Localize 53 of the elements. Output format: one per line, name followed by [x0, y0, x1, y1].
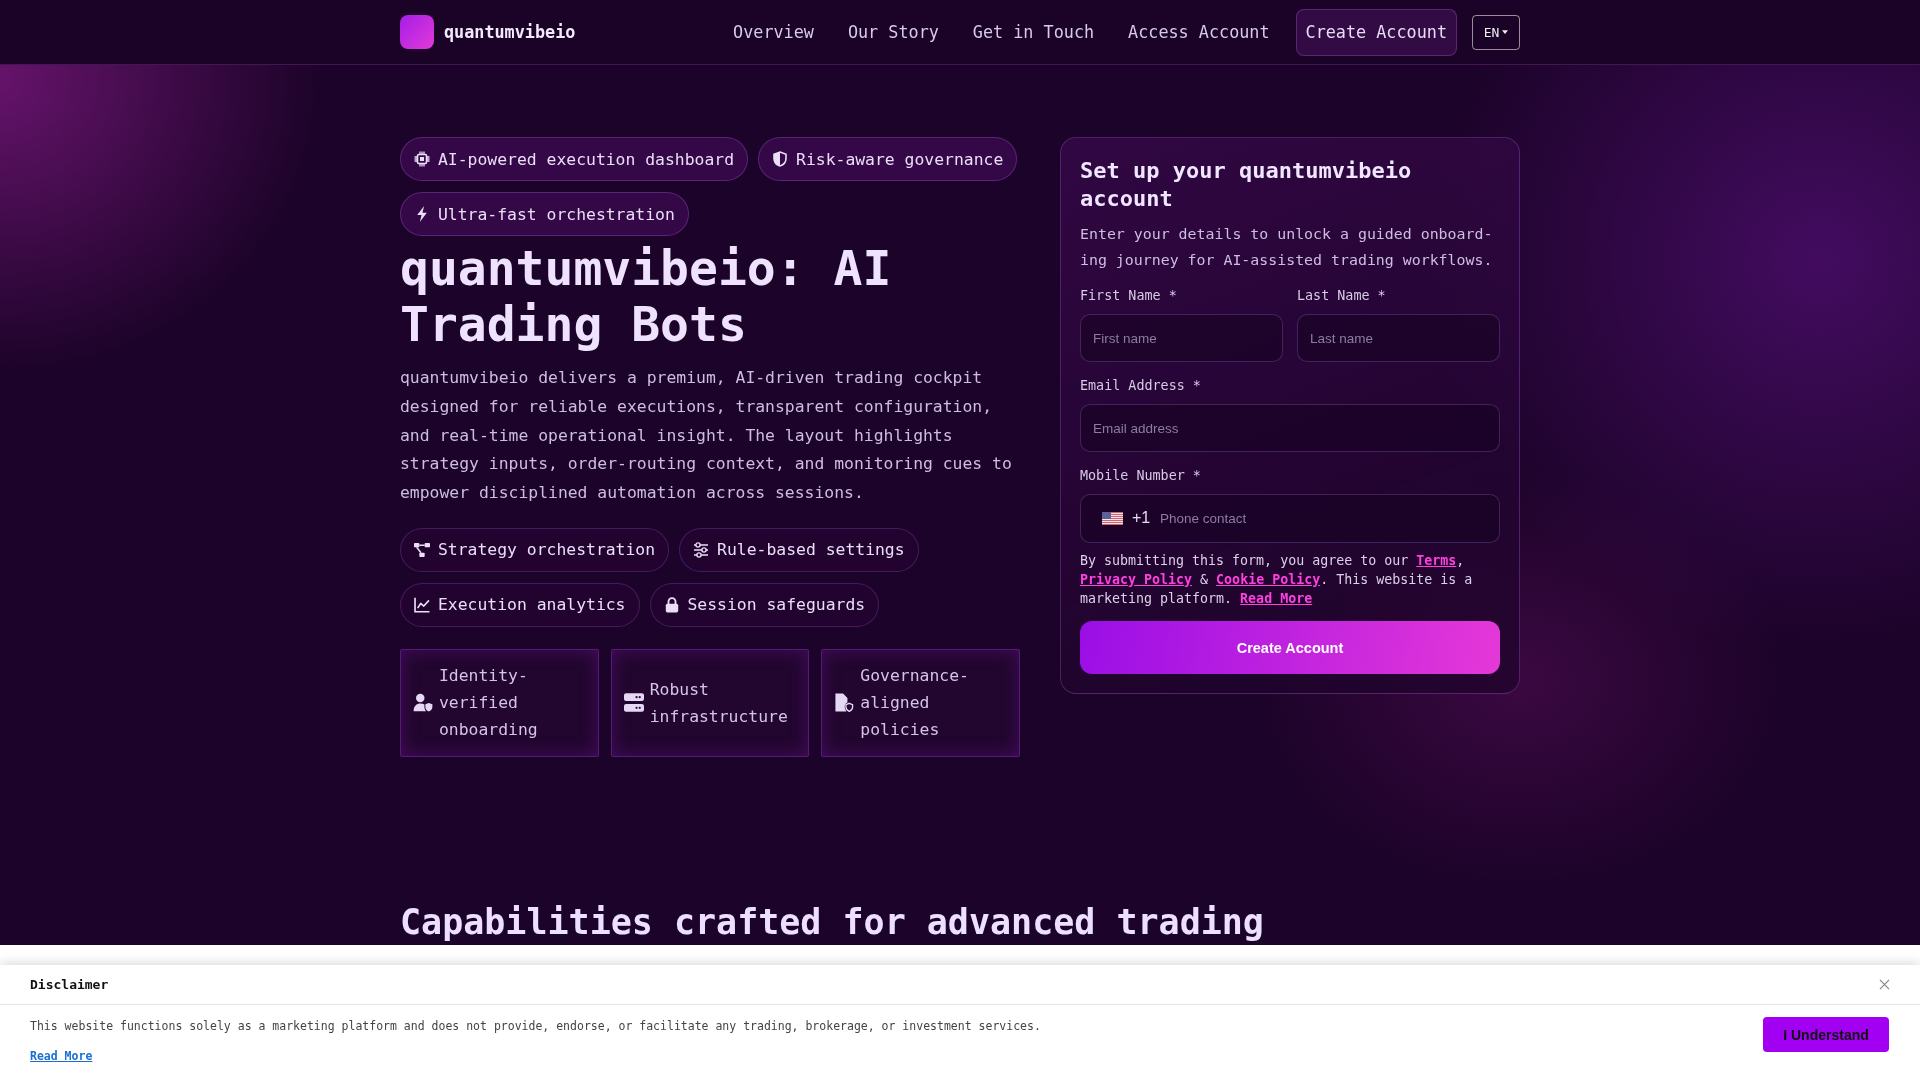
form-description: Enter your details to unlock a guided onboard- ing journey for AI-assisted trading workflows.: [1080, 224, 1494, 271]
tag-label: Rule-based settings: [717, 540, 905, 560]
text-link[interactable]: Cookie Policy: [1216, 572, 1321, 587]
text-link[interactable]: Terms: [1416, 553, 1457, 568]
brand-name[interactable]: quantumvibeio: [444, 22, 576, 42]
create-account-button[interactable]: Create Account: [1295, 8, 1457, 56]
tag-label: Ultra-fast orchestration: [438, 204, 675, 224]
input-field[interactable]: Last name: [1297, 314, 1500, 362]
tag-label: Strategy orchestration: [438, 540, 656, 560]
server-icon: [623, 693, 644, 713]
consent-text: By submitting this form, you agree to our Terms, Privacy Policy & Cookie Policy. This website is a marketing platform. Read More: [1080, 552, 1474, 608]
lock-icon: [663, 597, 680, 613]
sliders-icon: [693, 542, 710, 558]
tag-label: Session safeguards: [687, 595, 866, 615]
field-label: Email Address *: [1080, 377, 1202, 395]
nav-link[interactable]: Get in Touch: [968, 22, 1099, 42]
create-account-button[interactable]: Create Account: [1080, 621, 1500, 674]
card-label: Identity-verified onboarding: [439, 665, 539, 742]
line-chart-icon: [414, 597, 430, 613]
flag-icon: [1102, 512, 1123, 525]
close-button[interactable]: [1879, 979, 1890, 990]
tag-label: AI-powered execution dashboard: [438, 149, 735, 169]
disclaimer-title: Disclaimer: [30, 977, 109, 992]
dial-code: +1: [1132, 508, 1151, 528]
card-label: Robust infrastructure: [649, 679, 789, 728]
card-label: Governance-aligned policies: [860, 665, 970, 742]
hero-description: quantumvibeio delivers a premium, AI-driven trading cockpit designed for reliable executions, transparent configuration, and real-time operational insight. The layout highlights strategy inputs, order-routing context, and monitoring cues to empower disciplined automation across sessions.: [400, 367, 1013, 505]
read-more-link[interactable]: Read More: [30, 1047, 93, 1065]
close-icon: [1879, 979, 1890, 990]
cpu-chip-icon: [414, 151, 430, 167]
tag-label: Execution analytics: [438, 595, 626, 615]
input-field[interactable]: First name: [1080, 314, 1283, 362]
form-title: Set up your quantumvibeio account: [1080, 157, 1413, 213]
text-link[interactable]: Privacy Policy: [1080, 572, 1193, 587]
user-shield-icon: [413, 693, 433, 713]
document-shield-icon: [834, 693, 855, 713]
field-label: First Name *: [1080, 287, 1178, 305]
language-selector[interactable]: EN: [1472, 14, 1520, 50]
field-label: Last Name *: [1297, 287, 1387, 305]
text-link[interactable]: Read More: [1240, 591, 1313, 606]
shield-icon: [772, 151, 789, 167]
nav-link[interactable]: Access Account: [1124, 22, 1274, 42]
input-field[interactable]: Email address: [1080, 404, 1500, 452]
section-title: Capabilities crafted for advanced trading: [400, 901, 1265, 944]
field-label: Mobile Number *: [1080, 467, 1202, 485]
logo-icon: [400, 15, 434, 49]
connected-nodes-icon: [414, 542, 430, 558]
disclaimer-text: This website functions solely as a marketing platform and does not provide, endorse, or facilitate any trading, brokerage, or investment services.: [30, 1018, 1041, 1035]
tag-label: Risk-aware governance: [796, 149, 1004, 169]
hero-title: quantumvibeio: AI Trading Bots: [400, 240, 893, 352]
caret-icon: [1502, 30, 1509, 34]
nav-link[interactable]: Our Story: [843, 22, 943, 42]
nav-link[interactable]: Overview: [729, 22, 818, 42]
